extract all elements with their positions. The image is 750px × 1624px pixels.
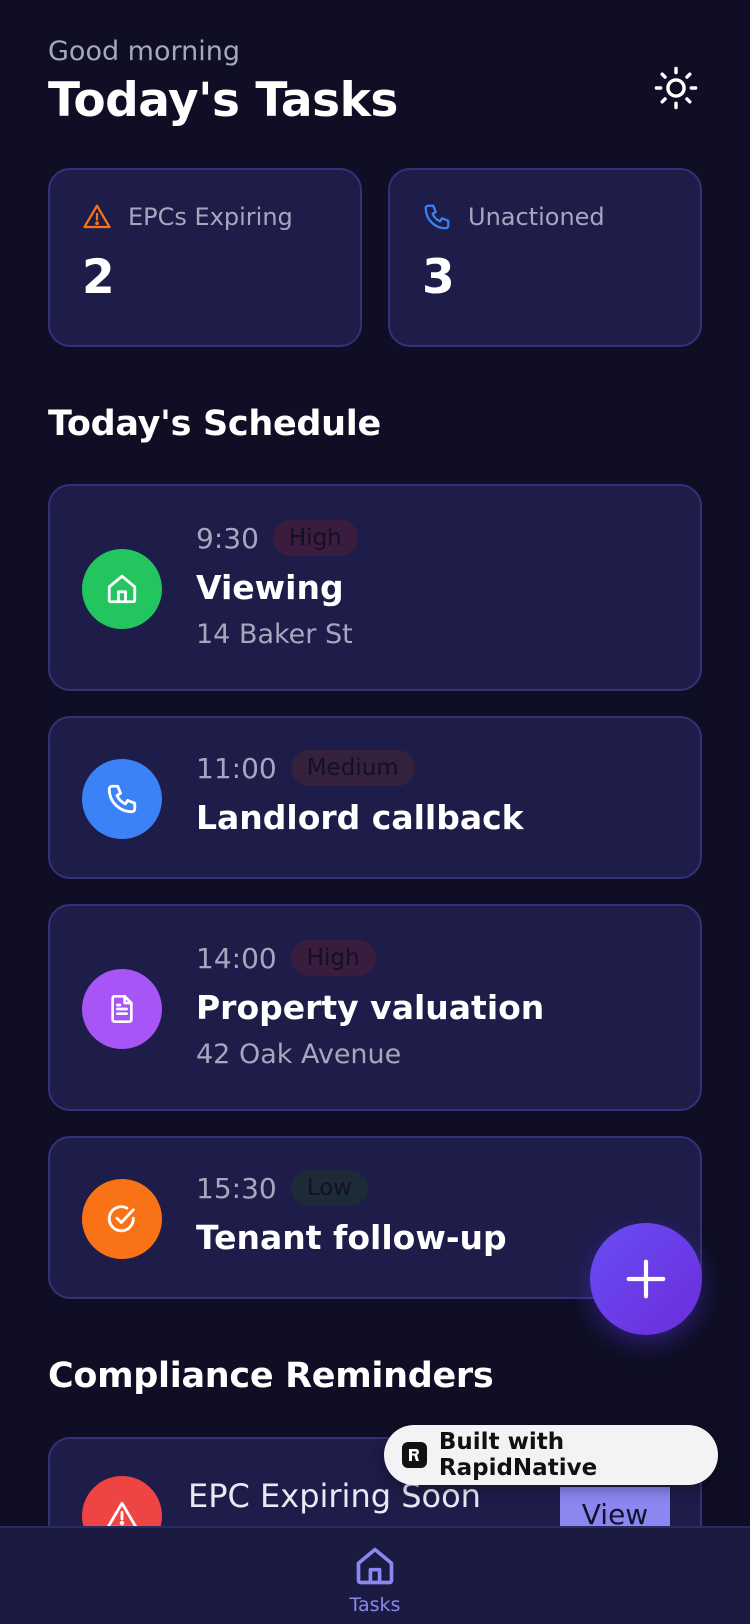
home-icon	[107, 574, 137, 604]
priority-badge: Medium	[290, 750, 415, 786]
home-icon	[356, 1547, 394, 1585]
header: Good morning Today's Tasks	[48, 34, 702, 128]
stat-value: 2	[82, 250, 115, 305]
task-time: 9:30	[196, 521, 259, 555]
task-card-viewing[interactable]: 9:30 High Viewing 14 Baker St	[48, 484, 702, 691]
task-icon-badge	[82, 969, 162, 1049]
stat-card-epcs-expiring[interactable]: EPCs Expiring 2	[48, 168, 362, 347]
bottom-nav: Tasks	[0, 1526, 750, 1624]
stat-card-unactioned[interactable]: Unactioned 3	[388, 168, 702, 347]
task-title: Landlord callback	[196, 798, 524, 837]
task-address: 42 Oak Avenue	[196, 1039, 402, 1070]
greeting-text: Good morning	[48, 36, 240, 67]
stat-value: 3	[422, 250, 455, 305]
task-time: 11:00	[196, 751, 277, 785]
stats-row: EPCs Expiring 2 Unactioned 3	[48, 168, 702, 347]
task-time: 14:00	[196, 941, 277, 975]
stat-label: EPCs Expiring	[128, 203, 293, 231]
nav-item-tasks[interactable]: Tasks	[335, 1544, 415, 1616]
priority-badge: High	[290, 940, 376, 976]
plus-icon	[626, 1259, 666, 1299]
theme-toggle-button[interactable]	[650, 62, 702, 114]
task-card-landlord-callback[interactable]: 11:00 Medium Landlord callback	[48, 716, 702, 879]
tasks-screen: Good morning Today's Tasks EPCs Expiring…	[0, 0, 750, 1624]
task-time: 15:30	[196, 1171, 277, 1205]
stat-label: Unactioned	[468, 203, 605, 231]
task-title: Viewing	[196, 568, 344, 607]
page-title: Today's Tasks	[48, 73, 398, 129]
task-icon-badge	[82, 1179, 162, 1259]
document-icon	[111, 995, 133, 1023]
built-with-text: Built with RapidNative	[438, 1429, 598, 1481]
phone-icon	[107, 784, 137, 814]
built-with-badge[interactable]: Built with RapidNative	[384, 1425, 718, 1485]
task-title: Property valuation	[196, 988, 545, 1027]
priority-badge: Low	[290, 1170, 368, 1206]
sun-icon	[654, 66, 698, 110]
rapidnative-logo-icon	[402, 1442, 427, 1468]
check-circle-icon	[107, 1205, 135, 1233]
phone-icon	[424, 204, 450, 230]
task-icon-badge	[82, 549, 162, 629]
schedule-section-title: Today's Schedule	[48, 404, 381, 444]
add-task-button[interactable]	[590, 1223, 702, 1335]
nav-label: Tasks	[349, 1594, 401, 1616]
compliance-section-title: Compliance Reminders	[48, 1356, 494, 1396]
task-address: 14 Baker St	[196, 619, 353, 650]
task-icon-badge	[82, 759, 162, 839]
task-card-property-valuation[interactable]: 14:00 High Property valuation 42 Oak Ave…	[48, 904, 702, 1111]
warning-icon	[83, 204, 111, 229]
priority-badge: High	[272, 520, 358, 556]
